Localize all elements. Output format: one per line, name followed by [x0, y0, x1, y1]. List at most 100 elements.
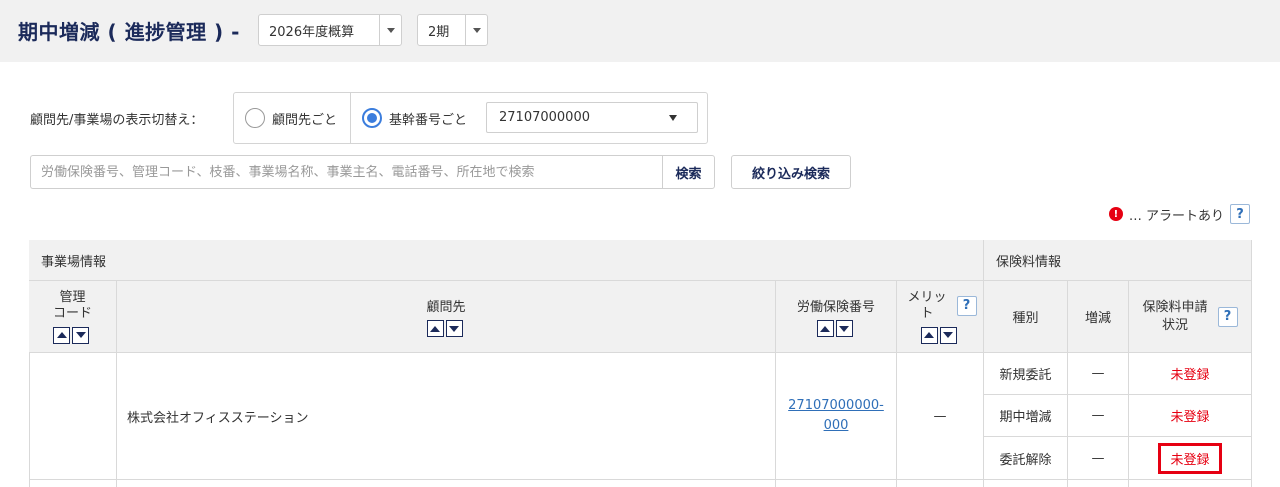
period-dropdown[interactable]: [465, 15, 487, 45]
col-header-merit-label-2: ト: [920, 305, 934, 321]
col-header-change-label: 増減: [1084, 311, 1111, 326]
table-row: [1068, 480, 1129, 487]
col-header-insurance-no-label: 労働保険番号: [796, 300, 875, 315]
entry-change: —: [1091, 450, 1105, 466]
fiscal-year-value: 2026年度概算: [269, 24, 355, 40]
sort-desc-button[interactable]: [445, 320, 463, 337]
radio-by-base-number-label: 基幹番号ごと: [389, 112, 468, 128]
cell-code: [29, 353, 117, 480]
page-title: 期中増減 ( 進捗管理 ) -: [18, 20, 240, 44]
refine-search-button[interactable]: 絞り込み検索: [731, 155, 851, 189]
merit-value: —: [933, 408, 947, 424]
group-header-workplace-label: 事業場情報: [41, 254, 107, 270]
entry-change: —: [1091, 408, 1105, 423]
page-header: 期中増減 ( 進捗管理 ) - 2026年度概算 2期: [0, 0, 1280, 62]
caret-down-icon: [669, 115, 677, 121]
table-row: 未登録: [1129, 437, 1252, 480]
col-header-status: 保険料申請 状況 ?: [1129, 281, 1252, 353]
entry-change: —: [1091, 366, 1105, 381]
col-header-merit: メリッ ト ?: [897, 281, 984, 353]
group-header-premium-label: 保険料情報: [996, 254, 1062, 270]
entry-status-highlighted: 未登録: [1158, 442, 1222, 474]
col-header-status-label-1: 保険料申請: [1142, 299, 1208, 315]
table-row: [776, 480, 897, 487]
col-header-merit-label-1: メリッ: [907, 289, 947, 305]
sort-controls: [920, 326, 959, 344]
period-select[interactable]: 2期: [417, 14, 488, 46]
alert-legend-text: … アラートあり: [1128, 208, 1224, 224]
table-row: [984, 480, 1068, 487]
search-button[interactable]: 検索: [662, 155, 715, 189]
cell-client: 株式会社オフィスステーション: [117, 353, 776, 480]
sort-down-icon: [449, 325, 460, 332]
help-icon[interactable]: ?: [1217, 306, 1238, 327]
sort-down-icon: [839, 325, 850, 332]
col-header-insurance-no: 労働保険番号: [776, 281, 897, 353]
divider: [350, 93, 351, 143]
entry-type: 委託解除: [999, 452, 1052, 468]
group-header-workplace: 事業場情報: [29, 240, 984, 281]
search-input[interactable]: [30, 155, 663, 189]
client-name: 株式会社オフィスステーション: [127, 410, 309, 426]
base-number-value: 27107000000: [499, 110, 590, 125]
help-icon[interactable]: ?: [1230, 204, 1250, 224]
table-row: 期中増減: [984, 395, 1068, 437]
sort-asc-button[interactable]: [816, 320, 834, 337]
insurance-no-link[interactable]: 27107000000- 000: [788, 396, 884, 436]
sort-down-icon: [75, 332, 86, 338]
col-header-code-label-2: コード: [52, 305, 92, 321]
radio-circle-icon[interactable]: [245, 108, 265, 128]
radio-by-client[interactable]: 顧問先ごと: [245, 93, 337, 143]
entry-type: 新規委託: [999, 368, 1052, 383]
sort-asc-button[interactable]: [426, 320, 444, 337]
radio-by-client-label: 顧問先ごと: [272, 112, 338, 128]
chevron-down-icon: [472, 27, 481, 33]
col-header-client: 顧問先: [117, 281, 776, 353]
table-row: —: [1068, 395, 1129, 437]
sort-up-icon: [56, 332, 67, 338]
insurance-no-line-1[interactable]: 27107000000-: [788, 396, 884, 416]
sort-controls: [426, 320, 465, 337]
sort-asc-button[interactable]: [920, 326, 938, 344]
table-row: 未登録: [1129, 395, 1252, 437]
fiscal-year-select[interactable]: 2026年度概算: [258, 14, 402, 46]
alert-legend: ! … アラートあり ?: [1108, 204, 1250, 224]
col-header-type-label: 種別: [1012, 311, 1039, 326]
alert-icon: !: [1108, 207, 1123, 221]
fiscal-year-dropdown[interactable]: [379, 15, 401, 45]
table-row: 委託解除: [984, 437, 1068, 480]
sort-controls: [53, 326, 91, 344]
sort-up-icon: [430, 325, 441, 332]
sort-desc-button[interactable]: [72, 326, 90, 344]
radio-by-base-number[interactable]: 基幹番号ごと: [362, 93, 467, 143]
sort-controls: [816, 320, 855, 337]
col-header-status-label-2: 状況: [1161, 317, 1188, 333]
col-header-change: 増減: [1068, 281, 1129, 353]
table-row: [29, 480, 117, 487]
period-value: 2期: [428, 24, 450, 40]
sort-down-icon: [943, 332, 954, 338]
table-row: [117, 480, 776, 487]
sort-up-icon: [924, 332, 935, 338]
col-header-code-label-1: 管理: [59, 289, 86, 305]
table-row: —: [1068, 437, 1129, 480]
entry-status: 未登録: [1170, 410, 1210, 425]
chevron-down-icon: [386, 27, 395, 33]
progress-table: 事業場情報 保険料情報 管理 コード 顧問先 労働保険番号 メリッ ト ? 種別…: [29, 240, 1252, 487]
entry-status: 未登録: [1170, 368, 1210, 383]
sort-up-icon: [820, 325, 831, 332]
insurance-no-line-2[interactable]: 000: [824, 416, 849, 436]
help-icon[interactable]: ?: [956, 295, 977, 316]
group-header-premium: 保険料情報: [984, 240, 1252, 281]
cell-merit: —: [897, 353, 984, 480]
base-number-select[interactable]: 27107000000: [486, 102, 698, 133]
radio-circle-selected-icon[interactable]: [362, 108, 382, 128]
table-row: 未登録: [1129, 353, 1252, 395]
sort-desc-button[interactable]: [939, 326, 957, 344]
col-header-client-label: 顧問先: [426, 300, 466, 315]
col-header-type: 種別: [984, 281, 1068, 353]
sort-desc-button[interactable]: [835, 320, 853, 337]
view-switch-label: 顧問先/事業場の表示切替え：: [30, 113, 204, 128]
sort-asc-button[interactable]: [53, 326, 71, 344]
table-row: —: [1068, 353, 1129, 395]
